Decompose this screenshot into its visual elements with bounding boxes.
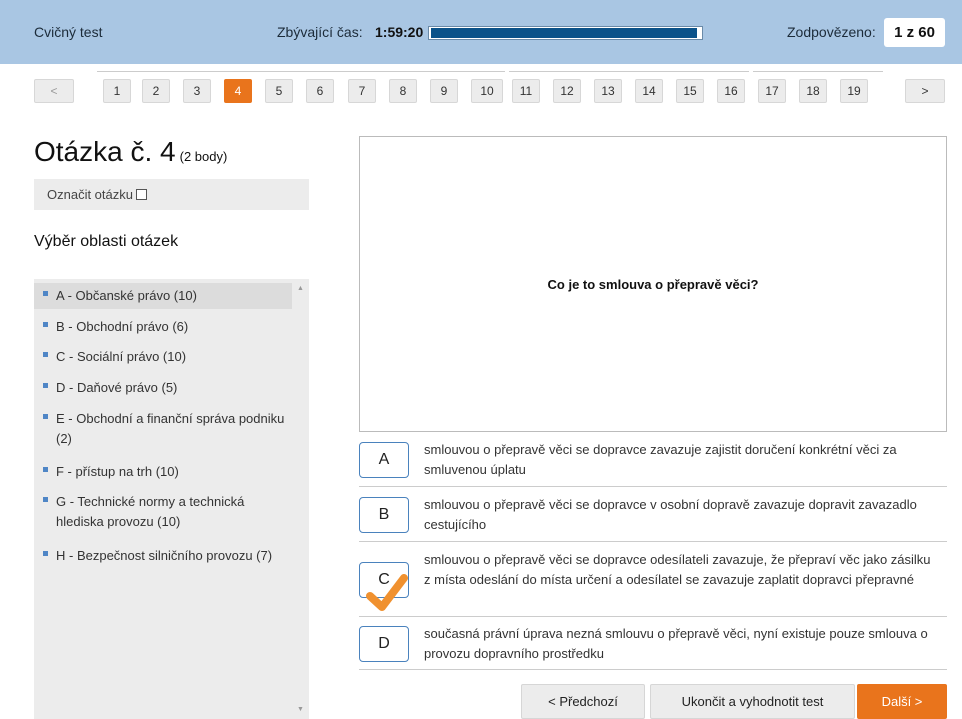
page-button[interactable]: 6 [306,79,334,103]
next-page-button[interactable]: > [905,79,945,103]
area-item-label: A - Občanské právo (10) [56,288,197,303]
page-button[interactable]: 10 [471,79,503,103]
answer-option-d[interactable]: Dsoučasná právní úprava nezná smlouvu o … [359,617,947,670]
answer-letter[interactable]: A [359,442,409,478]
page-button[interactable]: 8 [389,79,417,103]
time-label: Zbývající čas: [277,24,363,40]
answer-letter[interactable]: D [359,626,409,662]
question-text: Co je to smlouva o přepravě věci? [547,277,759,292]
area-item-label: H - Bezpečnost silničního provozu (7) [56,548,273,563]
area-item-label: B - Obchodní právo (6) [56,319,189,334]
area-item[interactable]: G - Technické normy a technická hlediska… [34,489,292,535]
areas-title: Výběr oblasti otázek [34,233,179,250]
question-points: (2 body) [179,149,228,164]
scroll-down-icon[interactable]: ▼ [297,706,304,713]
page-button[interactable]: 17 [758,79,786,103]
answer-option-b[interactable]: Bsmlouvou o přepravě věci se dopravce v … [359,487,947,542]
mark-question-label: Označit otázku [47,187,133,202]
time-progress-fill [431,28,697,38]
page-button[interactable]: 1 [103,79,131,103]
page-button[interactable]: 18 [799,79,827,103]
page-button[interactable]: 5 [265,79,293,103]
page-button[interactable]: 11 [512,79,540,103]
question-title: Otázka č. 4 [34,136,176,167]
bullet-icon [43,291,48,296]
answered-count: 1 z 60 [884,18,945,47]
area-item[interactable]: E - Obchodní a finanční správa podniku (… [34,406,292,452]
time-value: 1:59:20 [375,24,424,40]
finish-test-button[interactable]: Ukončit a vyhodnotit test [650,684,855,719]
answer-text: smlouvou o přepravě věci se dopravce zav… [424,442,897,477]
scroll-up-icon[interactable]: ▲ [297,285,304,292]
app-title: Cvičný test [34,24,103,40]
page-button[interactable]: 4 [224,79,252,103]
area-item[interactable]: H - Bezpečnost silničního provozu (7) [34,543,292,589]
area-item-label: F - přístup na trh (10) [56,464,179,479]
answer-text: smlouvou o přepravě věci se dopravce ode… [424,552,931,587]
previous-question-button[interactable]: < Předchozí [521,684,645,719]
answered-label: Zodpovězeno: [787,24,876,40]
answer-letter[interactable]: B [359,497,409,533]
area-list: A - Občanské právo (10) B - Obchodní práv… [34,279,309,719]
area-item-label: E - Obchodní a finanční správa podniku (… [56,411,285,446]
answer-text: současná právní úprava nezná smlouvu o p… [424,626,928,661]
page-button[interactable]: 16 [717,79,745,103]
bullet-icon [43,352,48,357]
page-button[interactable]: 7 [348,79,376,103]
area-item[interactable]: D - Daňové právo (5) [34,375,292,401]
area-list-scrollbar[interactable]: ▲ ▼ [292,279,309,719]
bullet-icon [43,467,48,472]
top-bar: Cvičný test Zbývající čas: 1:59:20 Zodpo… [0,0,962,64]
page-button[interactable]: 15 [676,79,704,103]
bullet-icon [43,551,48,556]
bullet-icon [43,414,48,419]
area-item-label: C - Sociální právo (10) [56,349,187,364]
page-group-line [509,71,749,72]
bullet-icon [43,322,48,327]
mark-question-checkbox[interactable] [136,189,147,201]
page-button[interactable]: 19 [840,79,868,103]
prev-page-button[interactable]: < [34,79,74,103]
page-group-line [753,71,883,72]
page-button[interactable]: 12 [553,79,581,103]
page-group-line [97,71,505,72]
question-heading: Otázka č. 4 (2 body) [34,136,227,168]
area-item[interactable]: B - Obchodní právo (6) [34,314,292,340]
bullet-icon [43,383,48,388]
answer-text: smlouvou o přepravě věci se dopravce v o… [424,497,917,532]
page-button[interactable]: 14 [635,79,663,103]
area-item[interactable]: C - Sociální právo (10) [34,344,292,370]
area-item-label: G - Technické normy a technická hlediska… [56,494,245,529]
checkmark-icon [366,574,408,611]
area-item-label: D - Daňové právo (5) [56,380,178,395]
question-panel: Co je to smlouva o přepravě věci? [359,136,947,432]
answer-option-a[interactable]: Asmlouvou o přepravě věci se dopravce za… [359,433,947,487]
next-question-button[interactable]: Další > [857,684,947,719]
bullet-icon [43,497,48,502]
page-button[interactable]: 2 [142,79,170,103]
page-button[interactable]: 3 [183,79,211,103]
page-button[interactable]: 9 [430,79,458,103]
page-button[interactable]: 13 [594,79,622,103]
area-item[interactable]: F - přístup na trh (10) [34,459,292,485]
answer-option-c[interactable]: Csmlouvou o přepravě věci se dopravce od… [359,542,947,617]
question-pagination: < 1 2 3 4 5 6 7 8 9 10 11 12 13 14 15 16 17 18 19 > [0,64,962,116]
mark-question-row[interactable]: Označit otázku [34,179,309,210]
area-item[interactable]: A - Občanské právo (10) [34,283,292,309]
time-progress-bar [428,26,703,40]
